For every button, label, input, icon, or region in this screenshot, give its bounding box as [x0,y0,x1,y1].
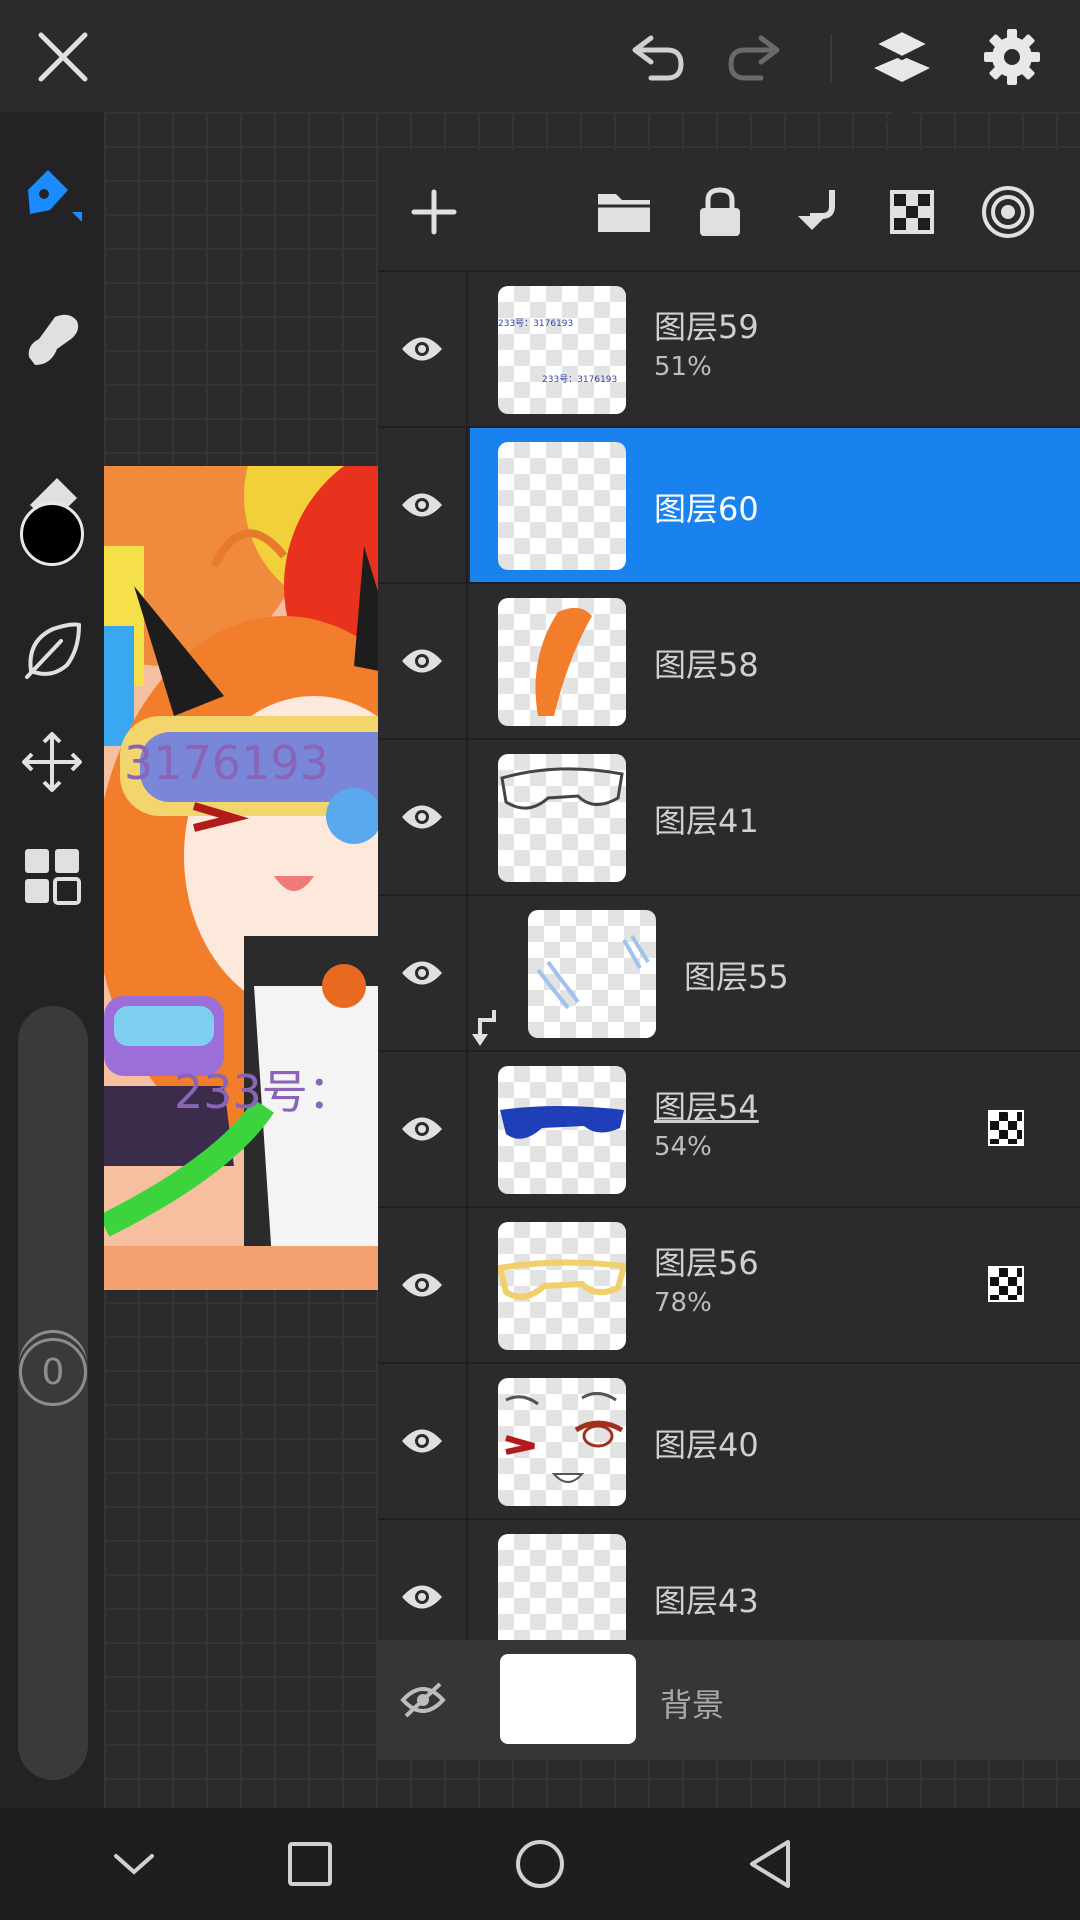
layer-row[interactable]: 图层56 78% [378,1206,1080,1362]
layer-row[interactable]: 图层43 [378,1518,1080,1640]
layer-opacity: 54% [654,1132,712,1162]
layer-name: 图层40 [654,1426,759,1464]
visibility-toggle[interactable] [378,896,468,1050]
visibility-toggle[interactable] [378,1208,468,1362]
layer-thumbnail [498,598,626,726]
close-icon[interactable] [28,24,98,90]
color-swatch[interactable] [14,496,90,572]
layer-opacity: 78% [654,1288,712,1318]
back-icon[interactable] [740,1834,800,1894]
layer-name: 图层55 [684,958,789,996]
layer-row[interactable]: 图层40 [378,1362,1080,1518]
top-bar [0,0,1080,122]
artwork-watermark-1: 3176193 [124,736,329,790]
layer-row[interactable]: 图层58 [378,582,1080,738]
layer-row[interactable]: 图层54 54% [378,1050,1080,1206]
layer-thumbnail: 233号：3176193 233号：3176193 [498,286,626,414]
blend-icon[interactable] [976,180,1040,244]
merge-down-icon[interactable] [784,180,848,244]
add-layer-icon[interactable] [402,180,466,244]
visibility-toggle[interactable] [378,1364,468,1518]
undo-icon[interactable] [622,24,692,90]
layer-thumbnail [498,1066,626,1194]
thumb-watermark-1: 233号：3176193 [498,319,574,329]
hidden-eye-icon[interactable] [378,1640,468,1760]
alpha-lock-icon [988,1266,1024,1302]
redo-icon[interactable] [720,24,790,90]
visibility-toggle[interactable] [378,584,468,738]
background-layer-row[interactable]: 背景 [378,1640,1080,1760]
visibility-toggle[interactable] [378,272,468,426]
brush-opacity-slider[interactable]: 0 [18,1334,88,1780]
visibility-toggle[interactable] [378,428,468,582]
layer-name: 图层58 [654,646,759,684]
layer-row-selected[interactable]: 图层60 [378,426,1080,582]
gallery-icon[interactable] [14,838,90,914]
artwork-watermark-2: 233号： [174,1065,354,1119]
left-toolbar: S 0 [0,112,104,1808]
toolbar-divider [830,34,832,82]
layer-thumbnail [498,754,626,882]
layer-list[interactable]: 233号：3176193 233号：3176193 图层59 51% 图层60 [378,270,1080,1640]
layer-row-clipped[interactable]: 图层55 [378,894,1080,1050]
layer-thumbnail [498,442,626,570]
layer-row[interactable]: 图层41 [378,738,1080,894]
fill-icon[interactable] [14,612,90,688]
layer-thumbnail [498,1378,626,1506]
layer-row[interactable]: 233号：3176193 233号：3176193 图层59 51% [378,270,1080,426]
alpha-lock-icon [988,1110,1024,1146]
folder-icon[interactable] [592,180,656,244]
layer-name: 图层56 [654,1244,759,1282]
layer-name: 图层43 [654,1582,759,1620]
visibility-toggle[interactable] [378,1052,468,1206]
system-nav-bar [0,1808,1080,1920]
background-layer-name: 背景 [660,1686,725,1724]
layers-icon[interactable] [866,22,938,90]
background-thumbnail [500,1654,636,1744]
smudge-icon[interactable] [14,302,90,378]
layer-thumbnail [498,1534,626,1640]
lock-icon[interactable] [688,180,752,244]
current-color [20,502,84,566]
layer-opacity: 51% [654,352,712,382]
visibility-toggle[interactable] [378,1520,468,1640]
layer-thumbnail [528,910,656,1038]
thumb-watermark-2: 233号：3176193 [542,375,618,385]
brush-icon[interactable] [14,154,90,230]
recents-icon[interactable] [280,1834,340,1894]
alpha-lock-icon[interactable] [880,180,944,244]
back-chevron-icon[interactable] [104,1834,164,1894]
layer-name: 图层41 [654,802,759,840]
clip-arrow-icon [470,1008,500,1052]
layer-name: 图层60 [654,490,759,528]
layer-thumbnail [498,1222,626,1350]
gear-icon[interactable] [976,22,1048,92]
home-icon[interactable] [510,1834,570,1894]
layer-name: 图层59 [654,308,759,346]
visibility-toggle[interactable] [378,740,468,894]
layers-panel-caret [884,104,920,122]
brush-opacity-knob[interactable]: 0 [19,1338,87,1406]
layer-panel-toolbar [378,150,1080,270]
app-root: 3176193 233号： 0 233号：3176193 233号：317619… [0,0,1080,1920]
layer-name: 图层54 [654,1088,759,1126]
transform-icon[interactable] [14,724,90,800]
layer-panel: 233号：3176193 233号：3176193 图层59 51% 图层60 [378,150,1080,1760]
